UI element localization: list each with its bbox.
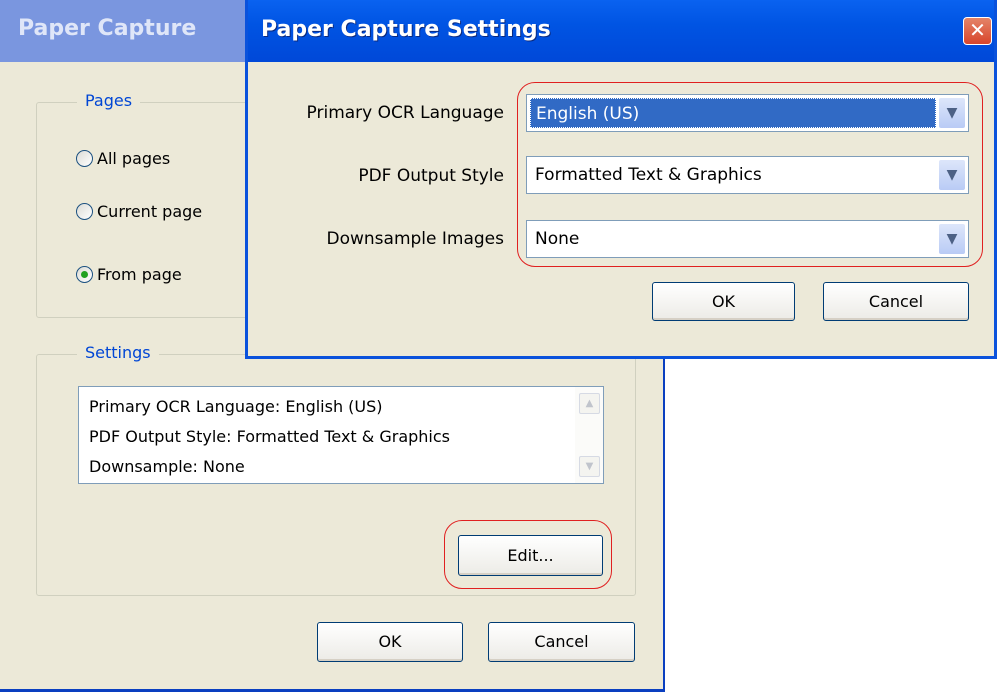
settings-titlebar[interactable]: Paper Capture Settings ✕ (248, 0, 994, 62)
list-item: PDF Output Style: Formatted Text & Graph… (89, 427, 450, 446)
paper-capture-settings-dialog: Paper Capture Settings ✕ Primary OCR Lan… (245, 0, 997, 359)
paper-capture-title: Paper Capture (18, 16, 197, 41)
radio-label: From page (97, 265, 182, 284)
close-icon[interactable]: ✕ (963, 17, 992, 45)
pages-legend: Pages (77, 91, 141, 110)
radio-button[interactable] (76, 203, 93, 220)
list-item: Primary OCR Language: English (US) (89, 397, 383, 416)
chevron-down-icon[interactable]: ▼ (939, 98, 965, 128)
select-value: None (535, 229, 580, 249)
radio-all-pages[interactable]: All pages (76, 149, 170, 168)
pdf-output-style-select[interactable]: Formatted Text & Graphics ▼ (526, 156, 969, 194)
ok-button[interactable]: OK (317, 622, 463, 662)
radio-button[interactable] (76, 150, 93, 167)
select-value: English (US) (530, 98, 936, 128)
cancel-button[interactable]: Cancel (488, 622, 635, 662)
downsample-images-select[interactable]: None ▼ (526, 220, 969, 258)
settings-legend: Settings (77, 343, 159, 362)
radio-label: Current page (97, 202, 203, 221)
list-item: Downsample: None (89, 457, 245, 476)
label-pdf-output-style: PDF Output Style (358, 166, 504, 186)
chevron-down-icon[interactable]: ▼ (939, 224, 965, 254)
radio-button-checked[interactable] (76, 266, 93, 283)
radio-current-page[interactable]: Current page (76, 202, 202, 221)
settings-ok-button[interactable]: OK (652, 282, 795, 321)
edit-button[interactable]: Edit... (458, 535, 603, 576)
radio-label: All pages (97, 149, 171, 168)
scroll-up-arrow-icon[interactable]: ▲ (579, 393, 600, 414)
scroll-down-arrow-icon[interactable]: ▼ (579, 456, 600, 477)
primary-ocr-language-select[interactable]: English (US) ▼ (526, 94, 969, 132)
label-downsample-images: Downsample Images (326, 229, 504, 249)
settings-title: Paper Capture Settings (261, 17, 551, 42)
radio-from-page[interactable]: From page (76, 265, 182, 284)
settings-cancel-button[interactable]: Cancel (823, 282, 969, 321)
chevron-down-icon[interactable]: ▼ (939, 160, 965, 190)
vertical-scrollbar[interactable]: ▲ ▼ (575, 387, 603, 483)
label-primary-ocr-language: Primary OCR Language (306, 103, 504, 123)
settings-summary-list[interactable]: Primary OCR Language: English (US) PDF O… (78, 386, 604, 484)
select-value: Formatted Text & Graphics (535, 165, 762, 185)
